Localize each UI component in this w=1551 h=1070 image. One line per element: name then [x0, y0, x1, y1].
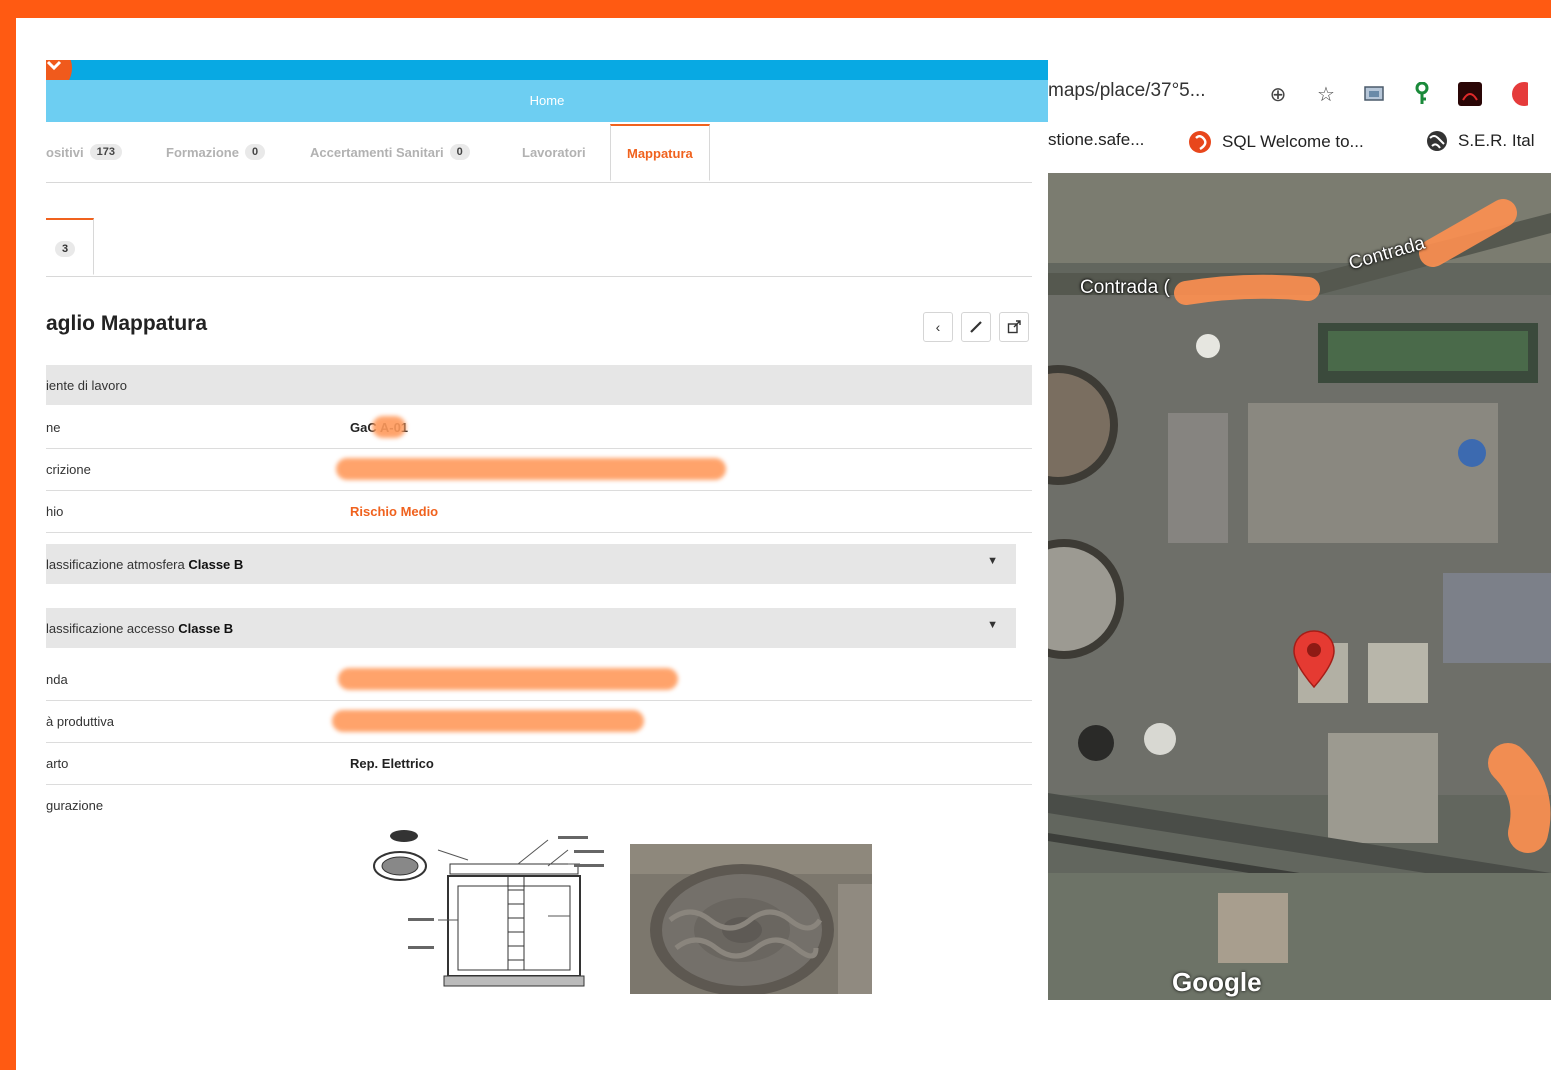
- tab-count-badge: 0: [449, 144, 470, 160]
- bookmarks-bar: stione.safe... SQL Welcome to... S.E.R. …: [1048, 130, 1551, 160]
- orange-frame-top: [0, 0, 1551, 18]
- tab-count-badge: 0: [244, 144, 266, 160]
- manhole-drawing-image: [373, 830, 604, 987]
- subtab-active[interactable]: 3: [46, 218, 94, 275]
- tab-label: Lavoratori: [522, 144, 586, 160]
- tab-accertamenti-sanitari[interactable]: Accertamenti Sanitari 0: [310, 124, 470, 180]
- redaction-mark: [336, 458, 726, 480]
- star-icon[interactable]: ☆: [1312, 80, 1340, 108]
- tab-mappatura[interactable]: Mappatura: [610, 124, 710, 181]
- section-title: iente di lavoro: [46, 378, 127, 393]
- sql-bookmark-icon: [1189, 131, 1211, 153]
- pdf-icon[interactable]: [1456, 80, 1484, 108]
- caret-down-icon: ▼: [987, 619, 998, 631]
- section-header: iente di lavoro: [46, 365, 1032, 405]
- browser-toolbar-icons: ⊕ ☆: [1264, 80, 1532, 108]
- profile-icon[interactable]: [1504, 80, 1532, 108]
- road-label: Contrada (: [1080, 277, 1170, 298]
- collapse-label: lassificazione atmosfera Classe B: [46, 557, 244, 572]
- pencil-icon: [970, 321, 982, 333]
- app-panel: Home ositivi 173 Formazione 0 Accertamen…: [46, 60, 1048, 1000]
- tab-count-badge: 173: [89, 144, 122, 160]
- key-icon[interactable]: [1408, 80, 1436, 108]
- google-attribution: Google: [1172, 967, 1262, 997]
- detail-row-description: crizione: [46, 449, 1032, 491]
- bookmark-label: stione.safe...: [1048, 130, 1145, 149]
- redaction-mark: [332, 710, 644, 732]
- risk-value: Rischio Medio: [350, 504, 439, 519]
- row-value: Rep. Elettrico: [350, 756, 434, 771]
- detail-row-company: nda: [46, 659, 1032, 701]
- address-bar[interactable]: maps/place/37°5...: [1048, 80, 1206, 102]
- bookmark-label: S.E.R. Ital: [1458, 131, 1535, 150]
- chevron-left-icon: ‹: [935, 319, 941, 335]
- collapse-access[interactable]: lassificazione accesso Classe B ▼: [46, 608, 1016, 648]
- row-label: hio: [46, 504, 64, 519]
- tab-label: ositivi: [46, 144, 84, 160]
- header-home-link[interactable]: Home: [46, 93, 1048, 108]
- main-tabs: ositivi 173 Formazione 0 Accertamenti Sa…: [46, 124, 1032, 183]
- map-pin-icon[interactable]: [1292, 629, 1336, 689]
- external-link-icon: [1007, 320, 1021, 334]
- bookmark-item[interactable]: stione.safe...: [1048, 130, 1144, 150]
- zoom-icon[interactable]: ⊕: [1264, 80, 1292, 108]
- detail-actions: ‹: [923, 312, 1029, 342]
- caret-down-icon: ▼: [987, 555, 998, 567]
- globe-icon: [1427, 131, 1447, 151]
- row-label: nda: [46, 672, 68, 687]
- row-label: gurazione: [46, 798, 104, 813]
- collapse-label: lassificazione accesso Classe B: [46, 621, 234, 636]
- row-label: ne: [46, 420, 61, 435]
- row-label: à produttiva: [46, 714, 114, 729]
- redaction-mark: [372, 416, 406, 438]
- back-button[interactable]: ‹: [923, 312, 953, 342]
- orange-frame-left: [0, 0, 16, 1070]
- tab-label: Mappatura: [627, 145, 693, 161]
- detail-row-department: arto Rep. Elettrico: [46, 743, 1032, 785]
- bookmark-item[interactable]: S.E.R. Ital: [1426, 130, 1535, 152]
- satellite-map[interactable]: Contrada ( Contrada Google: [1048, 173, 1551, 1000]
- row-label: crizione: [46, 462, 91, 477]
- sub-tabs: 3: [46, 218, 1032, 277]
- app-topbar: [46, 60, 1048, 80]
- subtab-count-badge: 3: [55, 241, 76, 257]
- bookmark-label: SQL Welcome to...: [1222, 132, 1364, 151]
- collapse-atmosphere[interactable]: lassificazione atmosfera Classe B ▼: [46, 544, 1016, 584]
- detail-row-risk: hio Rischio Medio: [46, 491, 1032, 533]
- open-external-button[interactable]: [999, 312, 1029, 342]
- cast-icon[interactable]: [1360, 80, 1388, 108]
- detail-row-production-unit: à produttiva: [46, 701, 1032, 743]
- detail-row-name: ne GaC A-01: [46, 407, 1032, 449]
- page-title: aglio Mappatura: [46, 312, 208, 335]
- bookmark-item[interactable]: SQL Welcome to...: [1188, 130, 1364, 154]
- manhole-photo-image: [630, 844, 872, 994]
- row-label: arto: [46, 756, 69, 771]
- tab-label: Formazione: [166, 144, 239, 160]
- redaction-mark: [338, 668, 678, 690]
- tab-formazione[interactable]: Formazione 0: [166, 124, 266, 180]
- edit-button[interactable]: [961, 312, 991, 342]
- tab-dispositivi[interactable]: ositivi 173: [46, 124, 122, 180]
- tab-label: Accertamenti Sanitari: [310, 144, 444, 160]
- tab-lavoratori[interactable]: Lavoratori: [522, 124, 586, 180]
- browser-window: maps/place/37°5... ⊕ ☆ stione.safe... SQ…: [1048, 60, 1551, 1000]
- app-header: Home: [46, 80, 1048, 122]
